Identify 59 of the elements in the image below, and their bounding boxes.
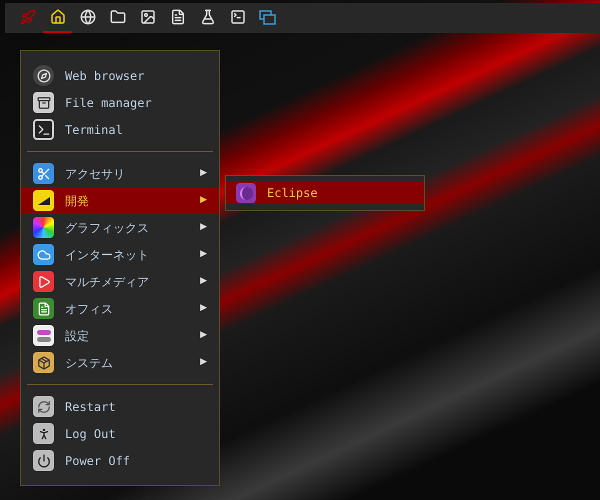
- home-icon: [50, 9, 66, 25]
- color-palette-icon: [33, 217, 54, 238]
- submenu-arrow: ▶: [200, 328, 207, 342]
- submenu-arrow: ▶: [200, 248, 207, 261]
- menu-item-label: Power Off: [65, 452, 132, 470]
- menu-item[interactable]: File manager: [21, 89, 219, 116]
- menu-item[interactable]: Terminal: [21, 116, 219, 143]
- terminal-icon: [33, 119, 54, 140]
- document-icon: [33, 298, 54, 319]
- submenu-arrow: ▶: [200, 166, 207, 180]
- compass-icon: [33, 65, 54, 86]
- submenu-arrow: ▶: [200, 356, 207, 369]
- menu-item-label: 開発: [65, 192, 90, 210]
- menu-item[interactable]: グラフィックス ▶: [21, 214, 219, 241]
- image-icon: [140, 9, 156, 25]
- restart-icon: [33, 396, 54, 417]
- submenu-arrow: ▶: [200, 302, 207, 315]
- menu-item[interactable]: Power Off: [21, 447, 219, 474]
- menu-item-label: File manager: [65, 94, 153, 112]
- menu-item-label: マルチメディア: [65, 274, 150, 290]
- submenu-arrow: ▶: [200, 194, 207, 207]
- windows-icon: [259, 10, 276, 24]
- menu-item-label: Restart: [65, 398, 117, 416]
- menu-item[interactable]: アクセサリ ▶: [21, 160, 219, 187]
- menu-item[interactable]: Web browser: [21, 62, 219, 89]
- cloud-icon: [33, 244, 54, 265]
- menu-item[interactable]: Restart: [21, 393, 219, 420]
- power-icon: [33, 450, 54, 471]
- menu-item[interactable]: Log Out: [21, 420, 219, 447]
- menu-item[interactable]: システム ▶: [21, 349, 219, 376]
- menu-item-label: アクセサリ: [65, 166, 126, 182]
- menu-item[interactable]: オフィス ▶: [21, 295, 219, 322]
- flask-icon: [200, 9, 216, 25]
- menu-item-label: Log Out: [65, 426, 117, 442]
- menu-item[interactable]: 設定 ▶: [21, 322, 219, 349]
- submenu-arrow: ▶: [200, 220, 207, 234]
- menu-item[interactable]: マルチメディア ▶: [21, 268, 219, 295]
- menu-item-label: Terminal: [65, 122, 124, 138]
- moon-icon: [236, 183, 256, 203]
- menu-item-label: Eclipse: [267, 185, 318, 202]
- submenu-arrow: ▶: [200, 274, 207, 288]
- folder-icon: [110, 9, 126, 25]
- terminal-icon: [230, 9, 246, 25]
- document-icon: [170, 9, 186, 25]
- menu-item[interactable]: Eclipse: [226, 182, 424, 204]
- menu-item-label: オフィス: [65, 300, 114, 318]
- rocket-icon: [20, 9, 36, 25]
- globe-icon: [80, 9, 96, 25]
- menu-item-label: システム: [65, 354, 114, 372]
- cabinet-icon: [33, 92, 54, 113]
- menu-item[interactable]: 開発 ▶: [21, 187, 219, 214]
- menu-item-label: グラフィックス: [65, 220, 150, 236]
- menu-item[interactable]: インターネット ▶: [21, 241, 219, 268]
- menu-item-label: インターネット: [65, 246, 150, 264]
- toggle-icon: [33, 325, 54, 346]
- menu-item-label: Web browser: [65, 68, 146, 84]
- menu-item-label: 設定: [65, 328, 90, 344]
- play-icon: [33, 271, 54, 292]
- scissors-icon: [33, 163, 54, 184]
